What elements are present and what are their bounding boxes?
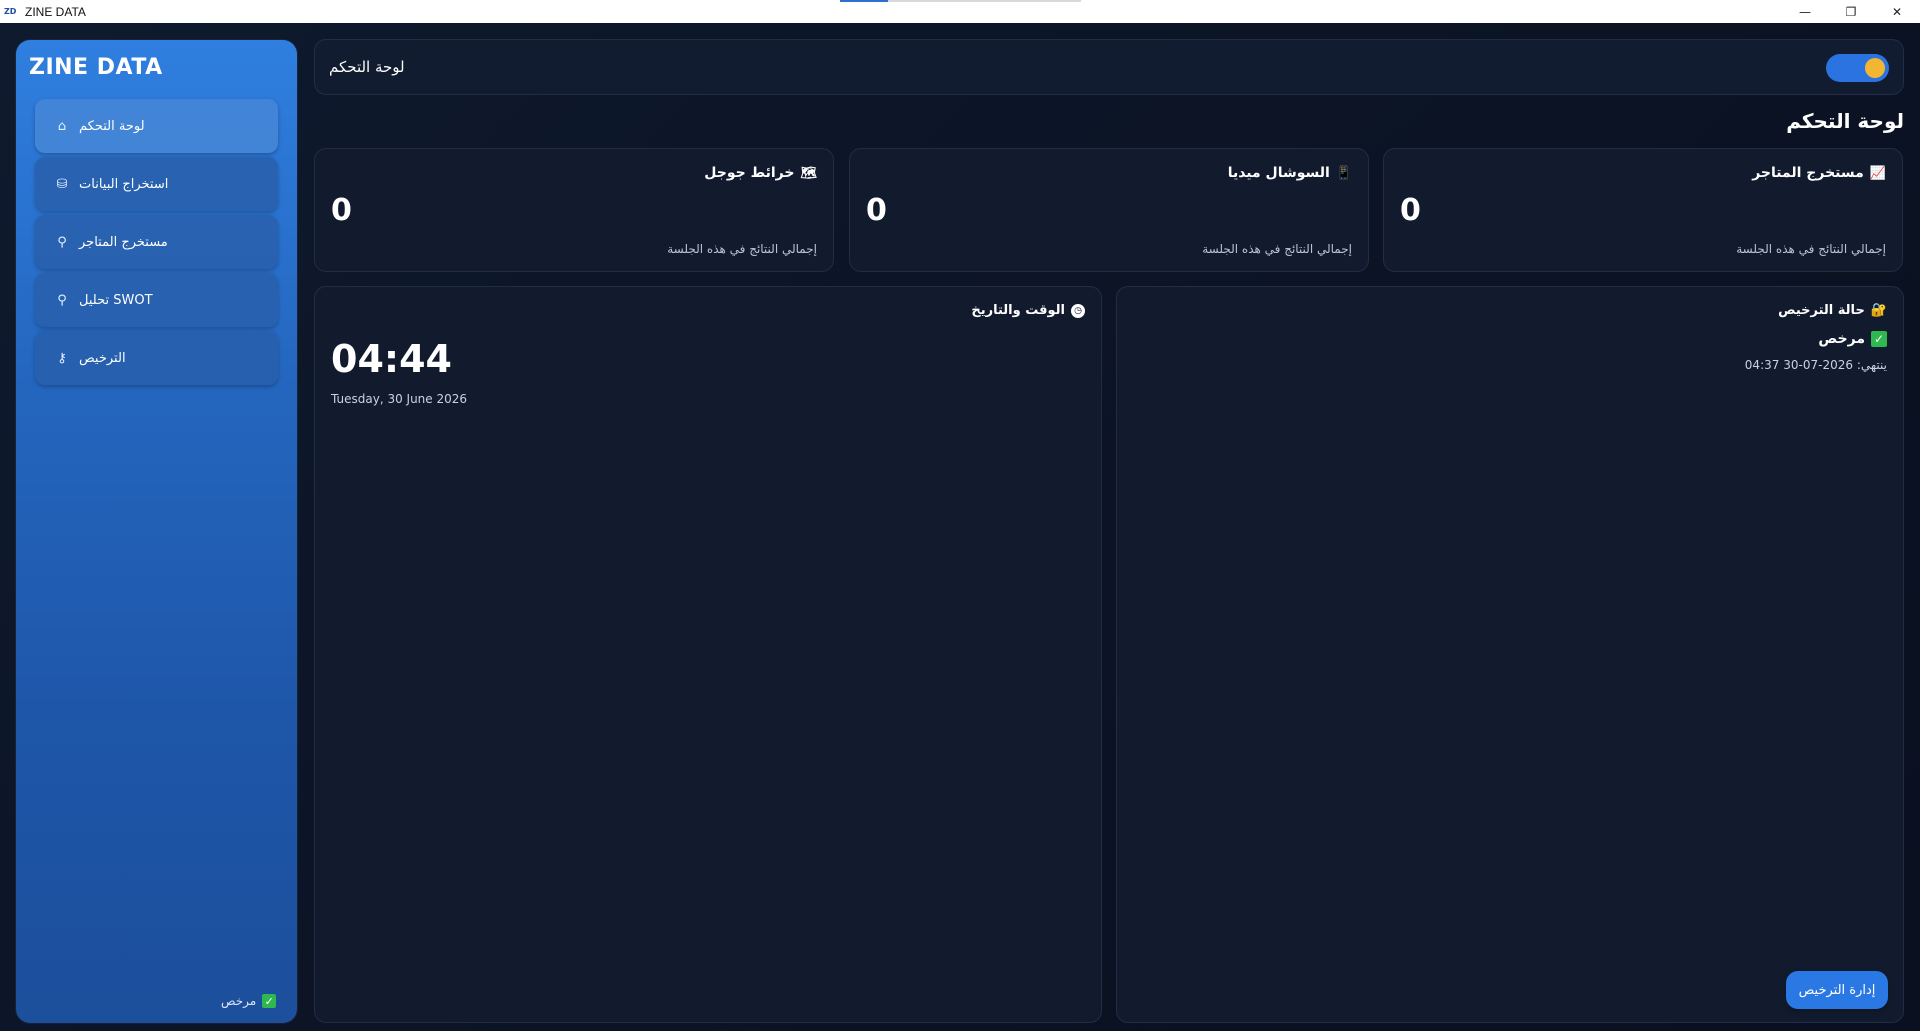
stat-value: 0: [866, 193, 887, 228]
maximize-button[interactable]: ❐: [1828, 0, 1874, 23]
stat-value: 0: [1400, 193, 1421, 228]
time-panel: ◷ الوقت والتاريخ 04:44 Tuesday, 30 June …: [314, 286, 1102, 1023]
sidebar-item-dashboard[interactable]: ⌂ لوحة التحكم: [35, 99, 278, 153]
stat-card-title: 🗺 خرائط جوجل: [704, 165, 817, 181]
chart-icon: 📈: [1869, 165, 1886, 181]
app-logo-icon: ZD: [4, 7, 17, 16]
sidebar-item-store-extractor[interactable]: ⚲ مستخرج المتاجر: [35, 215, 278, 269]
license-panel: 🔐 حالة الترخيص ✓ مرخص ينتهي: 2026-07-30 …: [1116, 286, 1904, 1023]
minimize-button[interactable]: —: [1782, 0, 1828, 23]
close-button[interactable]: ✕: [1874, 0, 1920, 23]
sidebar-item-data-extraction[interactable]: ⛁ استخراج البيانات: [35, 157, 278, 211]
license-status-text: مرخص: [1818, 331, 1865, 347]
panel-title: 🔐 حالة الترخيص: [1778, 303, 1887, 318]
sidebar-brand: ZINE DATA: [29, 55, 163, 80]
stat-card-store-extractor: 📈 مستخرج المتاجر 0 إجمالي النتائج في هذه…: [1383, 148, 1903, 272]
stat-subtitle: إجمالي النتائج في هذه الجلسة: [1202, 242, 1352, 256]
check-icon: ✓: [262, 994, 277, 1008]
sidebar-item-label: الترخيص: [79, 350, 126, 366]
check-icon: ✓: [1871, 331, 1887, 347]
clock-date: Tuesday, 30 June 2026: [331, 392, 468, 406]
database-icon: ⛁: [56, 176, 68, 192]
theme-toggle[interactable]: [1826, 54, 1889, 82]
stat-title-text: مستخرج المتاجر: [1752, 165, 1864, 181]
titlebar-accent: [840, 0, 888, 2]
home-icon: ⌂: [57, 118, 67, 134]
phone-icon: 📱: [1335, 165, 1352, 181]
search-icon: ⚲: [57, 292, 67, 308]
titlebar-accent-track: [888, 0, 1081, 2]
stat-title-text: السوشال ميديا: [1227, 165, 1330, 181]
toggle-knob: [1865, 58, 1885, 78]
stat-value: 0: [331, 193, 352, 228]
stat-card-title: 📈 مستخرج المتاجر: [1752, 165, 1886, 181]
window-controls: — ❐ ✕: [1782, 0, 1920, 23]
stat-subtitle: إجمالي النتائج في هذه الجلسة: [1736, 242, 1886, 256]
stat-card-google-maps: 🗺 خرائط جوجل 0 إجمالي النتائج في هذه الج…: [314, 148, 834, 272]
map-icon: 🗺: [800, 165, 817, 181]
lock-icon: 🔐: [1870, 303, 1887, 318]
window-title: ZINE DATA: [25, 4, 86, 19]
license-status-text: مرخص: [221, 994, 257, 1008]
header-title: لوحة التحكم: [329, 58, 405, 76]
clock-time: 04:44: [331, 337, 452, 381]
stat-subtitle: إجمالي النتائج في هذه الجلسة: [667, 242, 817, 256]
page-title: لوحة التحكم: [1786, 109, 1904, 133]
panel-title: ◷ الوقت والتاريخ: [971, 303, 1085, 318]
license-expiry: ينتهي: 2026-07-30 04:37: [1744, 358, 1887, 372]
sidebar-item-label: استخراج البيانات: [79, 176, 169, 192]
search-icon: ⚲: [57, 234, 67, 250]
sidebar-license-status: مرخص ✓: [221, 994, 277, 1008]
panel-title-text: الوقت والتاريخ: [971, 303, 1065, 318]
sidebar-item-license[interactable]: ⚷ الترخيص: [35, 331, 278, 385]
manage-license-button[interactable]: إدارة الترخيص: [1786, 971, 1888, 1009]
window-titlebar: ZD ZINE DATA — ❐ ✕: [0, 0, 1920, 23]
stat-card-title: 📱 السوشال ميديا: [1228, 165, 1352, 181]
sidebar: ZINE DATA ⌂ لوحة التحكم ⛁ استخراج البيان…: [16, 40, 297, 1023]
sidebar-item-label: تحليل SWOT: [79, 292, 153, 308]
header-bar: لوحة التحكم: [314, 39, 1904, 95]
sidebar-item-label: مستخرج المتاجر: [79, 234, 168, 250]
license-status: ✓ مرخص: [1818, 331, 1887, 347]
panel-title-text: حالة الترخيص: [1778, 303, 1865, 318]
stat-title-text: خرائط جوجل: [704, 165, 795, 181]
sidebar-item-swot[interactable]: ⚲ تحليل SWOT: [35, 273, 278, 327]
stat-card-social-media: 📱 السوشال ميديا 0 إجمالي النتائج في هذه …: [849, 148, 1369, 272]
clock-icon: ◷: [1071, 303, 1085, 318]
key-icon: ⚷: [57, 350, 67, 366]
sidebar-item-label: لوحة التحكم: [79, 118, 145, 134]
